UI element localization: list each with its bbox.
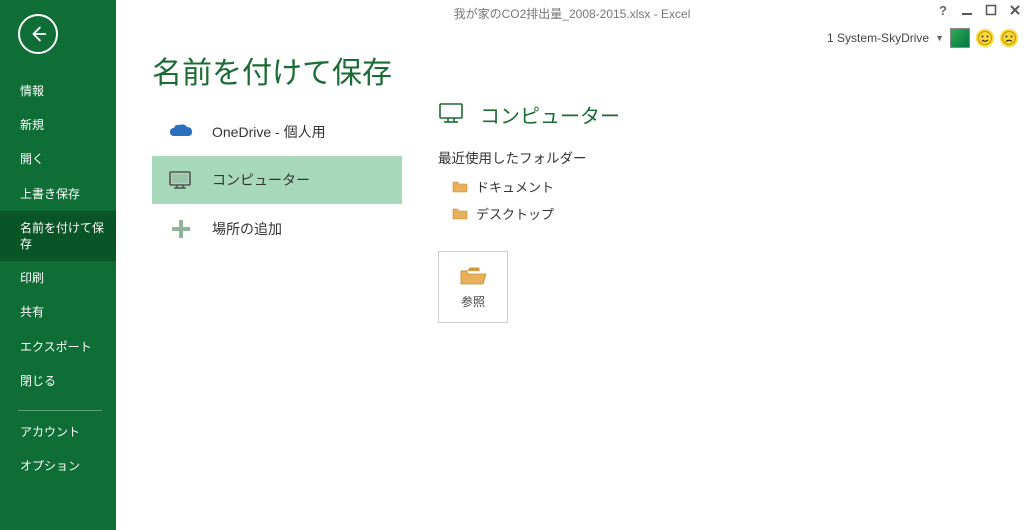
nav-list: 情報 新規 開く 上書き保存 名前を付けて保存 印刷 共有 エクスポート 閉じる…: [0, 74, 116, 483]
onedrive-icon: [168, 123, 194, 141]
add-place-icon: [168, 218, 194, 240]
page-title: 名前を付けて保存: [152, 48, 392, 92]
nav-save-as[interactable]: 名前を付けて保存: [0, 211, 116, 261]
nav-info[interactable]: 情報: [0, 74, 116, 108]
folder-icon: [452, 207, 468, 220]
nav-export[interactable]: エクスポート: [0, 330, 116, 364]
nav-save[interactable]: 上書き保存: [0, 177, 116, 211]
nav-account[interactable]: アカウント: [0, 415, 116, 449]
location-onedrive[interactable]: OneDrive - 個人用: [152, 108, 402, 156]
nav-share[interactable]: 共有: [0, 295, 116, 329]
location-label: OneDrive - 個人用: [212, 122, 326, 142]
recent-folders-label: 最近使用したフォルダー: [438, 147, 620, 167]
recent-folder-documents[interactable]: ドキュメント: [438, 173, 620, 200]
computer-icon: [438, 102, 466, 127]
arrow-left-icon: [27, 23, 49, 45]
computer-icon: [168, 170, 194, 190]
location-add-place[interactable]: 場所の追加: [152, 204, 402, 254]
browse-label: 参照: [461, 293, 485, 310]
location-label: 場所の追加: [212, 219, 282, 239]
detail-header: コンピューター: [438, 100, 620, 129]
recent-folder-desktop[interactable]: デスクトップ: [438, 200, 620, 227]
nav-new[interactable]: 新規: [0, 108, 116, 142]
detail-column: コンピューター 最近使用したフォルダー ドキュメント デスクトップ 参照: [438, 100, 620, 530]
nav-close[interactable]: 閉じる: [0, 364, 116, 398]
nav-options[interactable]: オプション: [0, 449, 116, 483]
browse-button[interactable]: 参照: [438, 251, 508, 323]
folder-icon: [452, 180, 468, 193]
folder-label: デスクトップ: [476, 204, 554, 223]
location-label: コンピューター: [212, 170, 310, 190]
back-button[interactable]: [18, 14, 58, 54]
nav-separator: [18, 410, 102, 411]
backstage-sidebar: 情報 新規 開く 上書き保存 名前を付けて保存 印刷 共有 エクスポート 閉じる…: [0, 0, 116, 530]
content-area: 名前を付けて保存 OneDrive - 個人用 コンピューター 場所の追加: [116, 0, 1028, 530]
nav-open[interactable]: 開く: [0, 142, 116, 176]
folder-label: ドキュメント: [476, 177, 554, 196]
nav-print[interactable]: 印刷: [0, 261, 116, 295]
location-computer[interactable]: コンピューター: [152, 156, 402, 204]
detail-title: コンピューター: [480, 100, 620, 129]
folder-open-icon: [459, 265, 487, 287]
locations-column: OneDrive - 個人用 コンピューター 場所の追加: [152, 108, 402, 530]
